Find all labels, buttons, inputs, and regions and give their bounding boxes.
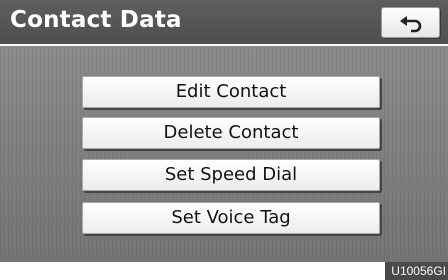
set-voice-tag-button[interactable]: Set Voice Tag: [82, 202, 380, 234]
figure-code: U10056GI: [385, 262, 448, 280]
back-button[interactable]: [381, 7, 440, 38]
menu-panel: Edit Contact Delete Contact Set Speed Di…: [0, 46, 448, 262]
edit-contact-button[interactable]: Edit Contact: [82, 76, 380, 108]
delete-contact-button[interactable]: Delete Contact: [82, 117, 380, 149]
screen: Contact Data Edit Contact Delete Contact…: [0, 0, 448, 262]
title-bar: Contact Data: [0, 0, 448, 44]
back-arrow-icon: [400, 16, 422, 33]
set-speed-dial-button[interactable]: Set Speed Dial: [82, 159, 380, 191]
page-title: Contact Data: [10, 7, 182, 33]
